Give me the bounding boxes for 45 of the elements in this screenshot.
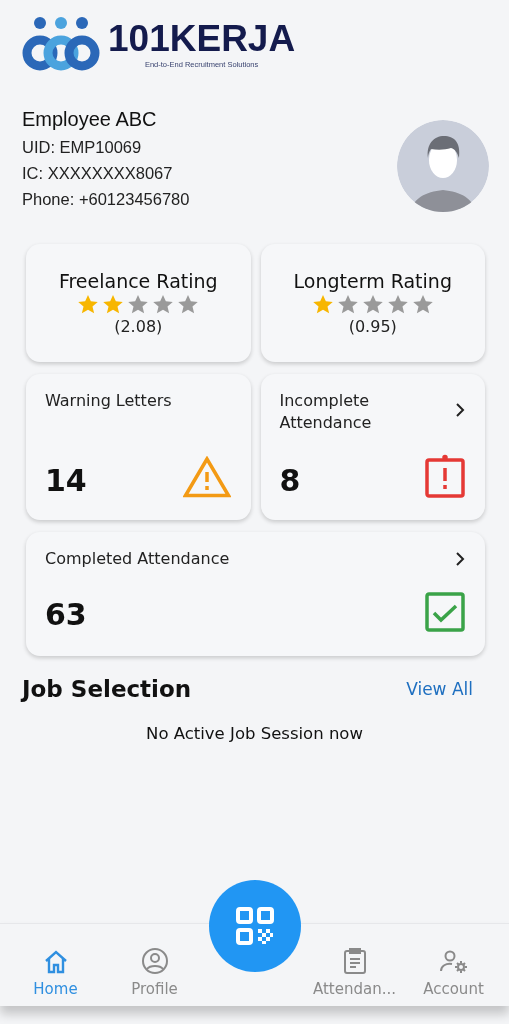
employee-detail: UID: EMP10069 bbox=[22, 137, 143, 158]
star-icon bbox=[311, 294, 334, 315]
stat-label: Incomplete Attendance bbox=[279, 390, 373, 434]
star-icon bbox=[127, 294, 150, 315]
star-icon bbox=[361, 294, 384, 315]
rating-value: (0.95) bbox=[348, 317, 397, 336]
star-icon bbox=[102, 294, 125, 315]
star-icon bbox=[411, 294, 434, 315]
chevron-right-icon[interactable] bbox=[455, 551, 465, 567]
rating-title: Longterm Rating bbox=[293, 270, 452, 292]
qr-code-icon bbox=[234, 906, 275, 946]
user-settings-icon bbox=[438, 949, 469, 975]
clipboard-alert-icon bbox=[425, 454, 465, 498]
nav-tab[interactable]: Profile bbox=[109, 947, 200, 998]
nav-tab[interactable]: Account bbox=[408, 949, 499, 998]
star-icon bbox=[177, 294, 200, 315]
chevron-right-icon[interactable] bbox=[455, 402, 465, 418]
stat-count: 8 bbox=[279, 463, 301, 498]
clipboard-icon bbox=[341, 947, 368, 975]
stat-label: Completed Attendance bbox=[45, 548, 230, 570]
stat-card[interactable]: Completed Attendance 63 bbox=[26, 532, 485, 656]
stat-card[interactable]: Incomplete Attendance 8 bbox=[260, 374, 485, 520]
stat-count: 63 bbox=[45, 597, 87, 632]
view-all-link[interactable]: View All bbox=[406, 679, 473, 699]
rating-value: (2.08) bbox=[114, 317, 163, 336]
employee-name: Employee ABC bbox=[22, 108, 158, 131]
nav-tab[interactable]: Home bbox=[10, 949, 101, 998]
section-title: Job Selection bbox=[22, 676, 192, 702]
checkbox-icon bbox=[425, 592, 465, 632]
employee-detail: IC: XXXXXXXX8067 bbox=[22, 163, 174, 184]
logo-icon bbox=[22, 16, 100, 72]
star-icon bbox=[152, 294, 175, 315]
employee-detail: Phone: +60123456780 bbox=[22, 189, 190, 210]
star-icon bbox=[386, 294, 409, 315]
empty-message: No Active Job Session now bbox=[146, 724, 363, 743]
star-icon bbox=[336, 294, 359, 315]
star-icon bbox=[77, 294, 100, 315]
user-circle-icon bbox=[140, 947, 169, 975]
stat-label: Warning Letters bbox=[45, 390, 172, 412]
warning-icon bbox=[182, 456, 231, 498]
stat-count: 14 bbox=[45, 463, 87, 498]
logo-text: 101KERJA bbox=[108, 19, 296, 57]
stat-card[interactable]: Warning Letters 14 bbox=[26, 374, 251, 520]
nav-tab[interactable]: Attendan... bbox=[309, 947, 400, 998]
rating-title: Freelance Rating bbox=[58, 270, 218, 292]
